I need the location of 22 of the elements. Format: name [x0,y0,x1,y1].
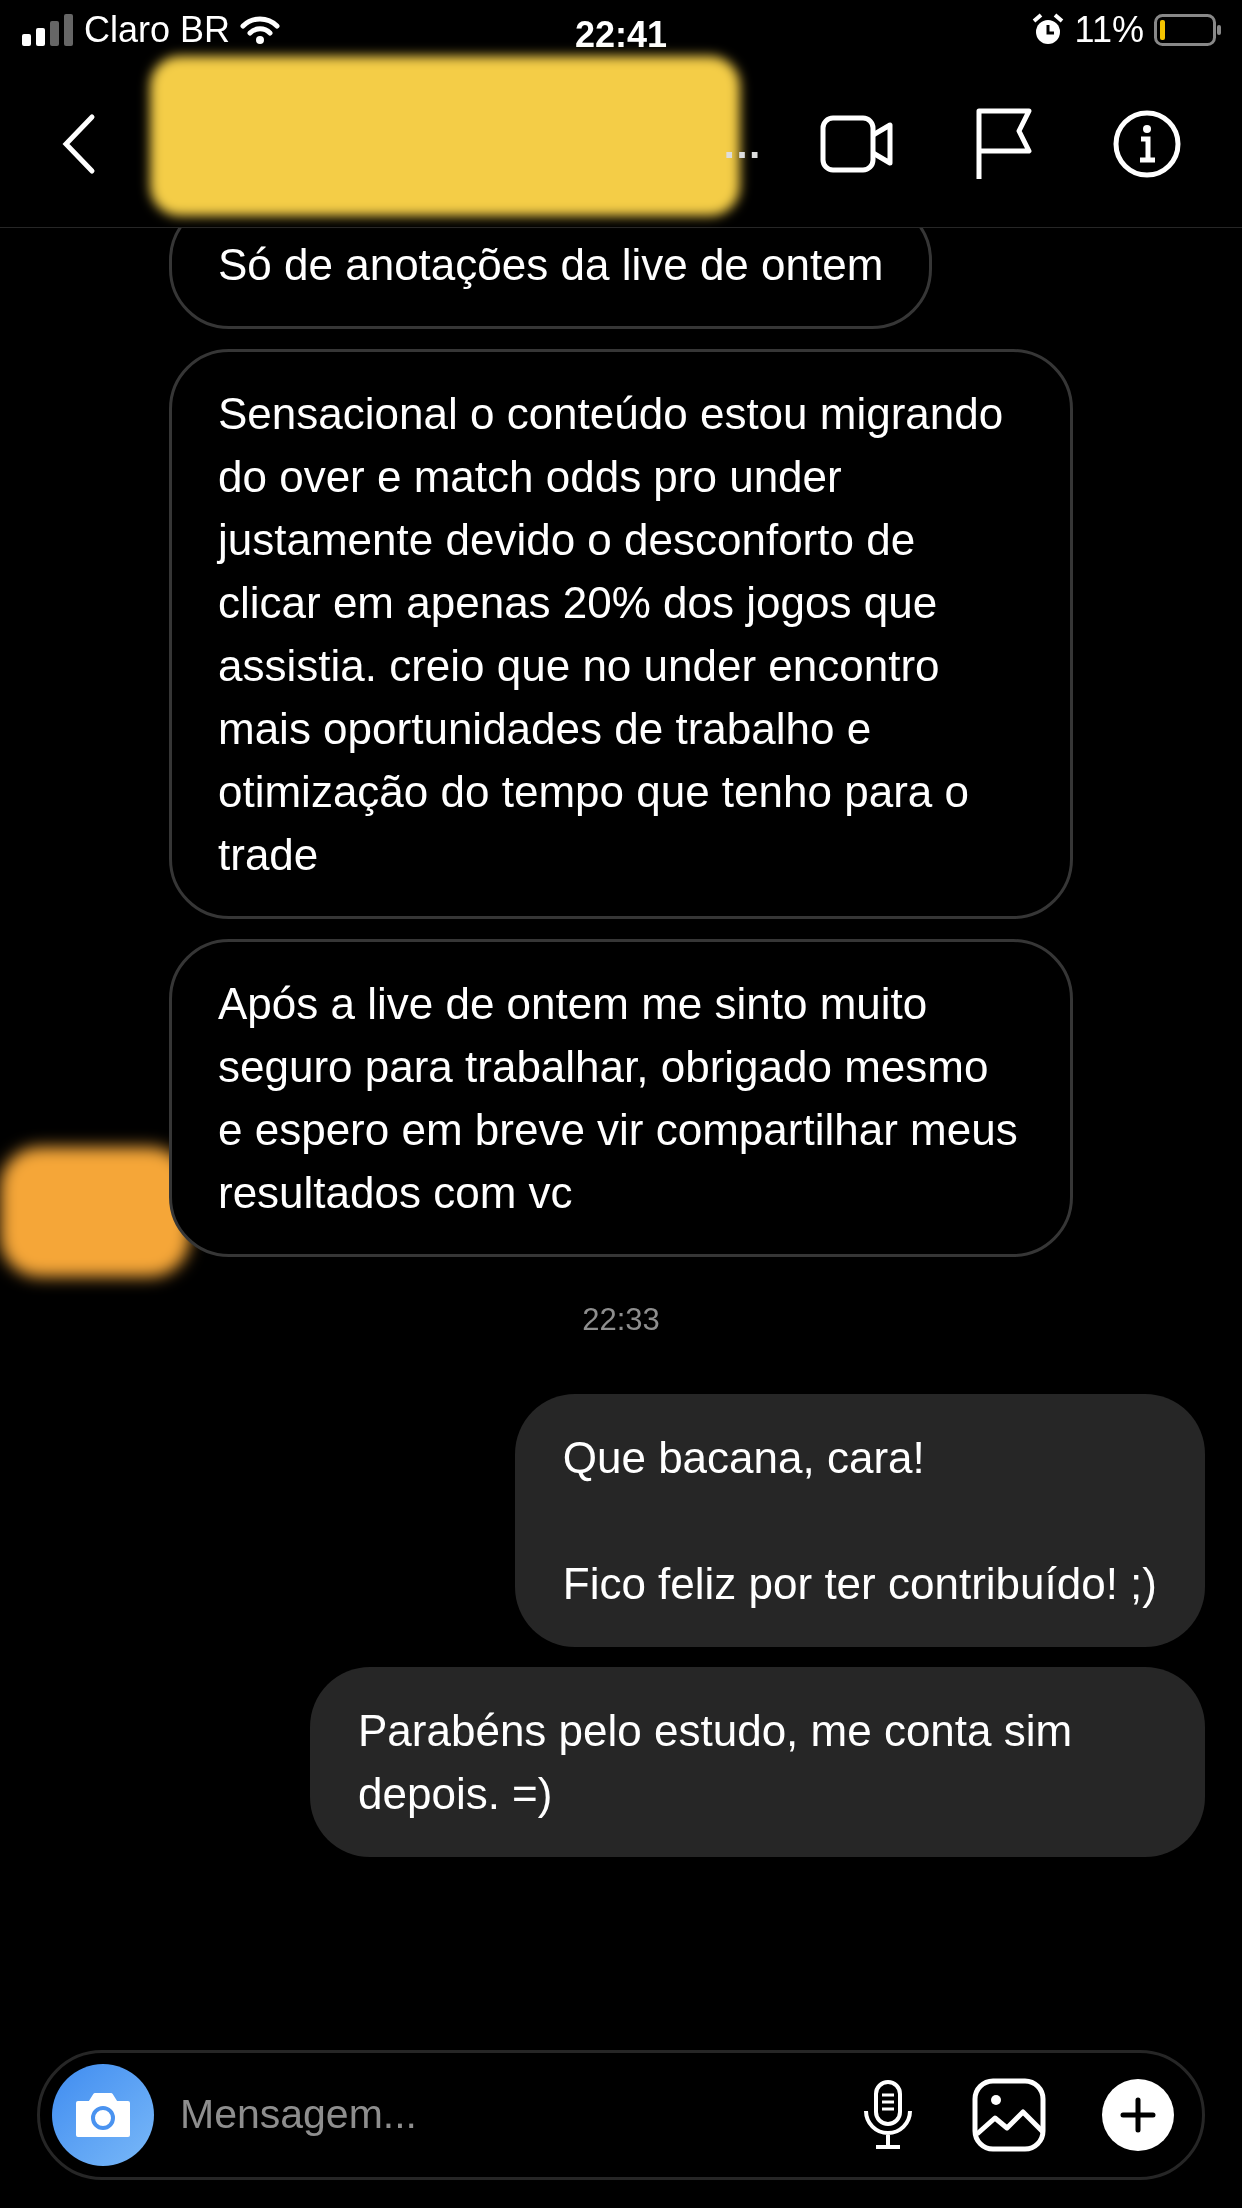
message-bar[interactable]: Mensagem... [37,2050,1205,2180]
clock-time: 22:41 [575,13,668,57]
timestamp: 22:33 [582,1301,660,1339]
message-input[interactable]: Mensagem... [180,2084,862,2146]
camera-button[interactable] [52,2064,154,2166]
battery-icon [1154,14,1222,46]
message-bubble: Que bacana, cara! Fico feliz por ter contribuído! ;) [514,1393,1205,1647]
carrier-name: Claro BR [84,8,231,52]
microphone-icon[interactable] [862,2079,914,2151]
info-icon[interactable] [1112,108,1182,179]
message-bubble: Parabéns pelo estudo, me conta sim depois. =) [310,1666,1205,1857]
message-bubble: Após a live de ontem me sinto muito seguro para trabalhar, obrigado mesmo e espero em breve vir compartilhar meus resultados com vc [169,939,1073,1257]
video-call-icon[interactable] [820,114,894,173]
message-bubble: Só de anotações da live de ontem [169,228,933,329]
alarm-icon [1030,13,1065,47]
image-icon[interactable] [972,2078,1046,2152]
message-bubble: Sensacional o conteúdo estou migrando do over e match odds pro under justamente devido o desconforto de clicar em apenas 20% dos jogos que assistia. creio que no under encontro mais oportunidades de trabalho e otimização do tempo que tenho para o trade [169,349,1073,919]
signal-icon [20,14,74,46]
plus-icon[interactable] [1120,2097,1156,2133]
wifi-icon [240,16,281,44]
flag-icon[interactable] [974,106,1032,181]
battery-percent: 11% [1074,8,1144,52]
